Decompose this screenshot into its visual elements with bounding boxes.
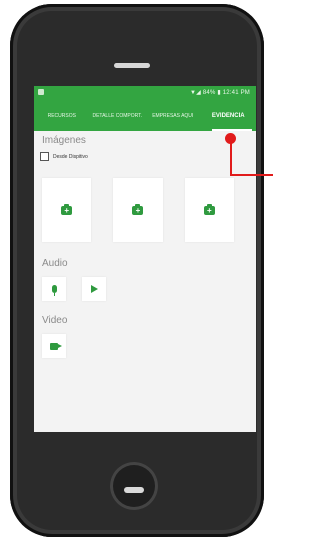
video-camera-icon: [50, 342, 62, 350]
app-screen: ▼◢ 84% ▮ 12:41 PM RECURSOS DETALLE COMPO…: [34, 86, 256, 432]
video-title: Video: [42, 315, 68, 326]
images-title: Imágenes: [42, 135, 86, 146]
camera-add-icon: [61, 203, 73, 216]
callout-dot: [225, 133, 236, 144]
record-audio-button[interactable]: [42, 277, 66, 301]
tab-detalle-comport[interactable]: DETALLE COMPORT.: [90, 101, 146, 131]
tab-empresas-aqui[interactable]: EMPRESAS AQUI: [145, 101, 201, 131]
image-cards: [42, 178, 256, 242]
audio-buttons: [42, 277, 256, 301]
add-image-button-3[interactable]: [184, 178, 234, 242]
record-video-button[interactable]: [42, 334, 66, 358]
tab-recursos[interactable]: RECURSOS: [34, 101, 90, 131]
camera-add-icon: [132, 203, 144, 216]
play-audio-button[interactable]: [82, 277, 106, 301]
tab-evidencia[interactable]: EVIDENCIA: [201, 101, 257, 131]
status-right: ▼◢ 84% ▮ 12:41 PM: [190, 90, 250, 96]
audio-title: Audio: [42, 258, 68, 269]
add-image-button-2[interactable]: [113, 178, 163, 242]
tab-bar: RECURSOS DETALLE COMPORT. EMPRESAS AQUI …: [34, 101, 256, 131]
mic-icon: [51, 285, 57, 296]
status-bar: ▼◢ 84% ▮ 12:41 PM: [34, 86, 256, 101]
callout-line-horizontal: [230, 174, 273, 176]
device-checkbox[interactable]: [40, 152, 49, 161]
device-checkbox-label: Desde Dispitivo: [53, 153, 88, 160]
video-buttons: [42, 334, 256, 358]
camera-add-icon: [203, 203, 215, 216]
home-button[interactable]: [110, 462, 158, 510]
speaker-slot: [114, 63, 150, 68]
notification-icon: [38, 89, 44, 95]
device-checkbox-row[interactable]: Desde Dispitivo: [40, 152, 256, 161]
play-icon: [90, 285, 98, 293]
add-image-button-1[interactable]: [42, 178, 92, 242]
active-tab-indicator: [212, 129, 252, 131]
